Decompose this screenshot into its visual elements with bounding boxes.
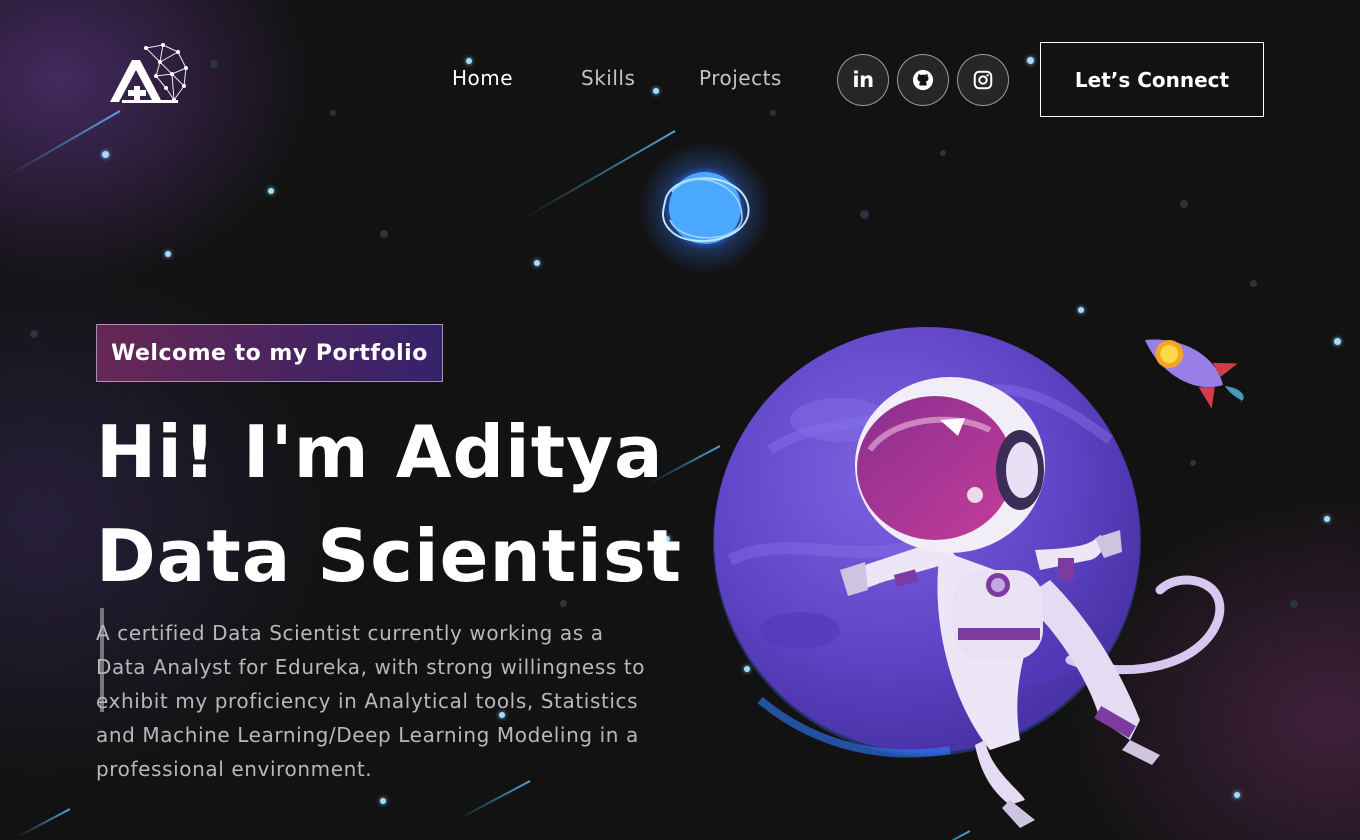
github-button[interactable] xyxy=(897,54,949,106)
star xyxy=(268,188,274,194)
hero-title-greeting: Hi! I'm Aditya xyxy=(96,410,664,494)
shooting-star xyxy=(458,780,531,820)
glowing-planet-illustration xyxy=(639,142,771,274)
instagram-button[interactable] xyxy=(957,54,1009,106)
faint-star xyxy=(1250,280,1257,287)
nav-link-home[interactable]: Home xyxy=(452,66,513,90)
instagram-icon xyxy=(973,70,993,90)
logo[interactable] xyxy=(108,42,190,108)
faint-star xyxy=(1180,200,1188,208)
nav-link-skills[interactable]: Skills xyxy=(581,66,635,90)
faint-star xyxy=(1290,600,1298,608)
star xyxy=(534,260,540,266)
navbar: Home Skills Projects in Let’s Connect xyxy=(0,0,1360,160)
faint-star xyxy=(380,230,388,238)
astronaut-illustration xyxy=(713,327,1244,828)
linkedin-button[interactable]: in xyxy=(837,54,889,106)
lets-connect-button[interactable]: Let’s Connect xyxy=(1040,42,1264,117)
github-icon xyxy=(912,69,934,91)
faint-star xyxy=(860,210,869,219)
welcome-tagline: Welcome to my Portfolio xyxy=(96,324,443,382)
shooting-star xyxy=(16,808,71,839)
star xyxy=(1334,338,1341,345)
star xyxy=(1324,516,1330,522)
hero-title-role: Data Scientist xyxy=(96,514,683,598)
linkedin-icon: in xyxy=(852,68,874,92)
star xyxy=(380,798,386,804)
nav-link-projects[interactable]: Projects xyxy=(699,66,782,90)
hero-description: A certified Data Scientist currently wor… xyxy=(96,621,646,781)
star xyxy=(165,251,171,257)
faint-star xyxy=(30,330,38,338)
